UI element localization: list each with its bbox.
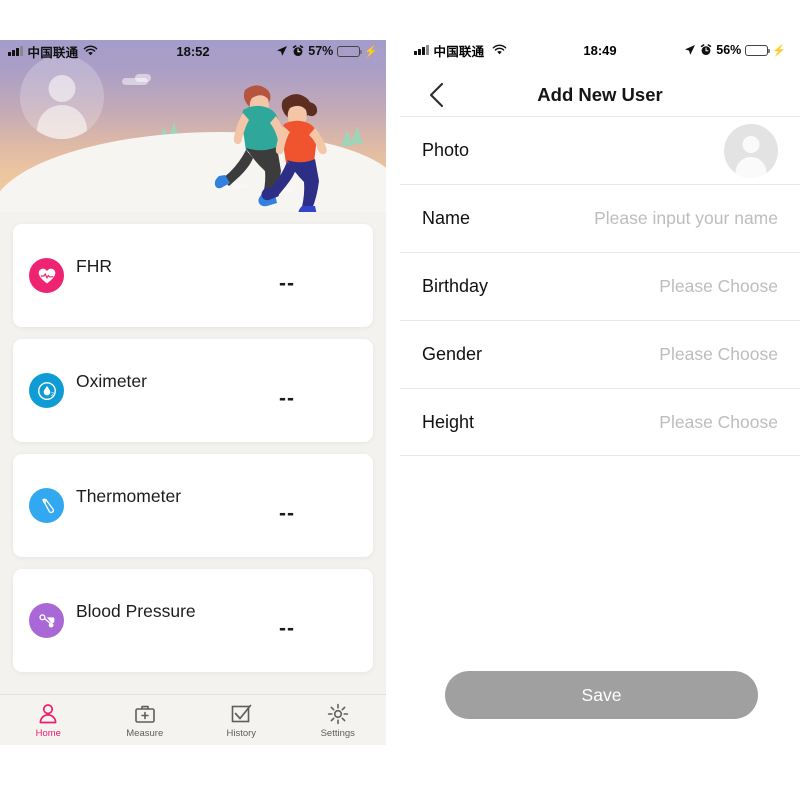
- form-row-gender[interactable]: Gender Please Choose: [400, 320, 800, 388]
- form-row-height[interactable]: Height Please Choose: [400, 388, 800, 456]
- charging-bolt-icon: ⚡: [772, 44, 786, 57]
- row-label: Height: [422, 411, 475, 432]
- medical-case-plus-icon: [134, 705, 155, 723]
- signal-bars-icon: [414, 45, 429, 55]
- photo-avatar[interactable]: [724, 123, 778, 178]
- carrier-label: 中国联通: [433, 44, 485, 59]
- alarm-clock-icon: [701, 44, 712, 55]
- alarm-clock-icon: [293, 45, 304, 56]
- card-value: --: [279, 501, 295, 525]
- tab-home[interactable]: Home: [0, 695, 97, 745]
- gender-picker-value[interactable]: Please Choose: [659, 344, 778, 365]
- row-label: Name: [422, 208, 471, 228]
- heart-rate-icon: [29, 258, 64, 293]
- battery-percent-label: 56%: [716, 43, 742, 57]
- card-value: --: [279, 271, 295, 295]
- measurement-card-thermometer[interactable]: Thermometer --: [13, 454, 373, 557]
- card-value: --: [279, 386, 295, 410]
- row-label: Photo: [422, 140, 470, 160]
- status-bar: 中国联通 18:49 56% ⚡: [400, 38, 800, 62]
- signal-bars-icon: [8, 46, 23, 56]
- location-arrow-icon: [277, 46, 288, 56]
- avatar-head: [742, 135, 760, 153]
- thermometer-icon: [29, 488, 64, 523]
- blood-pressure-cuff-icon: [29, 603, 64, 638]
- row-label: Birthday: [422, 276, 489, 296]
- gear-icon: [327, 703, 348, 724]
- page-title: Add New User: [537, 84, 663, 105]
- tab-settings[interactable]: Settings: [290, 695, 387, 745]
- add-user-form: Photo Name Please input your name Birthd…: [400, 116, 800, 456]
- row-label: Gender: [422, 344, 483, 364]
- checkbox-check-icon: [231, 704, 252, 722]
- save-button[interactable]: Save: [445, 671, 758, 719]
- height-picker-value[interactable]: Please Choose: [659, 412, 778, 433]
- name-input[interactable]: Please input your name: [594, 208, 778, 229]
- tab-label: History: [226, 727, 257, 739]
- tab-label: Settings: [320, 727, 355, 739]
- oxygen-droplet-icon: 2: [29, 373, 64, 408]
- form-row-birthday[interactable]: Birthday Please Choose: [400, 252, 800, 320]
- card-title: Blood Pressure: [76, 601, 196, 621]
- avatar-body: [735, 156, 767, 178]
- person-icon: [39, 703, 57, 723]
- status-bar-left: 中国联通: [414, 41, 507, 60]
- carrier-label: 中国联通: [27, 45, 79, 60]
- home-hero-banner: 中国联通 18:52 57% ⚡: [0, 40, 386, 212]
- tab-label: Measure: [126, 727, 164, 739]
- tab-history[interactable]: History: [193, 695, 290, 745]
- avatar[interactable]: [20, 55, 104, 139]
- battery-icon: [745, 44, 771, 56]
- tab-measure[interactable]: Measure: [97, 695, 194, 745]
- svg-text:2: 2: [50, 391, 53, 397]
- avatar-body: [37, 105, 87, 139]
- form-row-photo[interactable]: Photo: [400, 116, 800, 184]
- tab-label: Home: [35, 727, 61, 739]
- measurement-card-blood-pressure[interactable]: Blood Pressure --: [13, 569, 373, 672]
- battery-icon: [337, 45, 363, 57]
- wifi-icon: [84, 45, 98, 56]
- status-bar: 中国联通 18:52 57% ⚡: [0, 40, 386, 62]
- battery-percent-label: 57%: [308, 44, 334, 58]
- birthday-picker-value[interactable]: Please Choose: [659, 276, 778, 297]
- bottom-tab-bar: Home Measure History Settings: [0, 694, 386, 745]
- left-phone-screen: 中国联通 18:52 57% ⚡ FHR -- 2 Oximeter -- Th…: [0, 40, 386, 745]
- location-arrow-icon: [685, 45, 696, 55]
- status-bar-right: 57% ⚡: [276, 44, 378, 58]
- navigation-bar: Add New User: [400, 74, 800, 116]
- avatar-head: [48, 75, 76, 102]
- card-value: --: [279, 616, 295, 640]
- card-title: Oximeter: [76, 371, 147, 391]
- wifi-icon: [493, 44, 507, 55]
- form-row-name[interactable]: Name Please input your name: [400, 184, 800, 252]
- dual-phone-screenshot: 中国联通 18:52 57% ⚡ FHR -- 2 Oximeter -- Th…: [0, 0, 800, 800]
- status-bar-left: 中国联通: [8, 42, 98, 61]
- chevron-left-icon: [429, 82, 444, 108]
- back-button[interactable]: [422, 80, 452, 110]
- measurement-card-oximeter[interactable]: 2 Oximeter --: [13, 339, 373, 442]
- charging-bolt-icon: ⚡: [364, 45, 378, 58]
- card-title: Thermometer: [76, 486, 182, 506]
- measurement-card-list: FHR -- 2 Oximeter -- Thermometer -- Bloo…: [0, 212, 386, 745]
- measurement-card-fhr[interactable]: FHR --: [13, 224, 373, 327]
- status-bar-right: 56% ⚡: [684, 43, 786, 57]
- card-title: FHR: [76, 256, 112, 276]
- right-phone-screen: 中国联通 18:49 56% ⚡ Add New User Photo Name…: [400, 30, 800, 770]
